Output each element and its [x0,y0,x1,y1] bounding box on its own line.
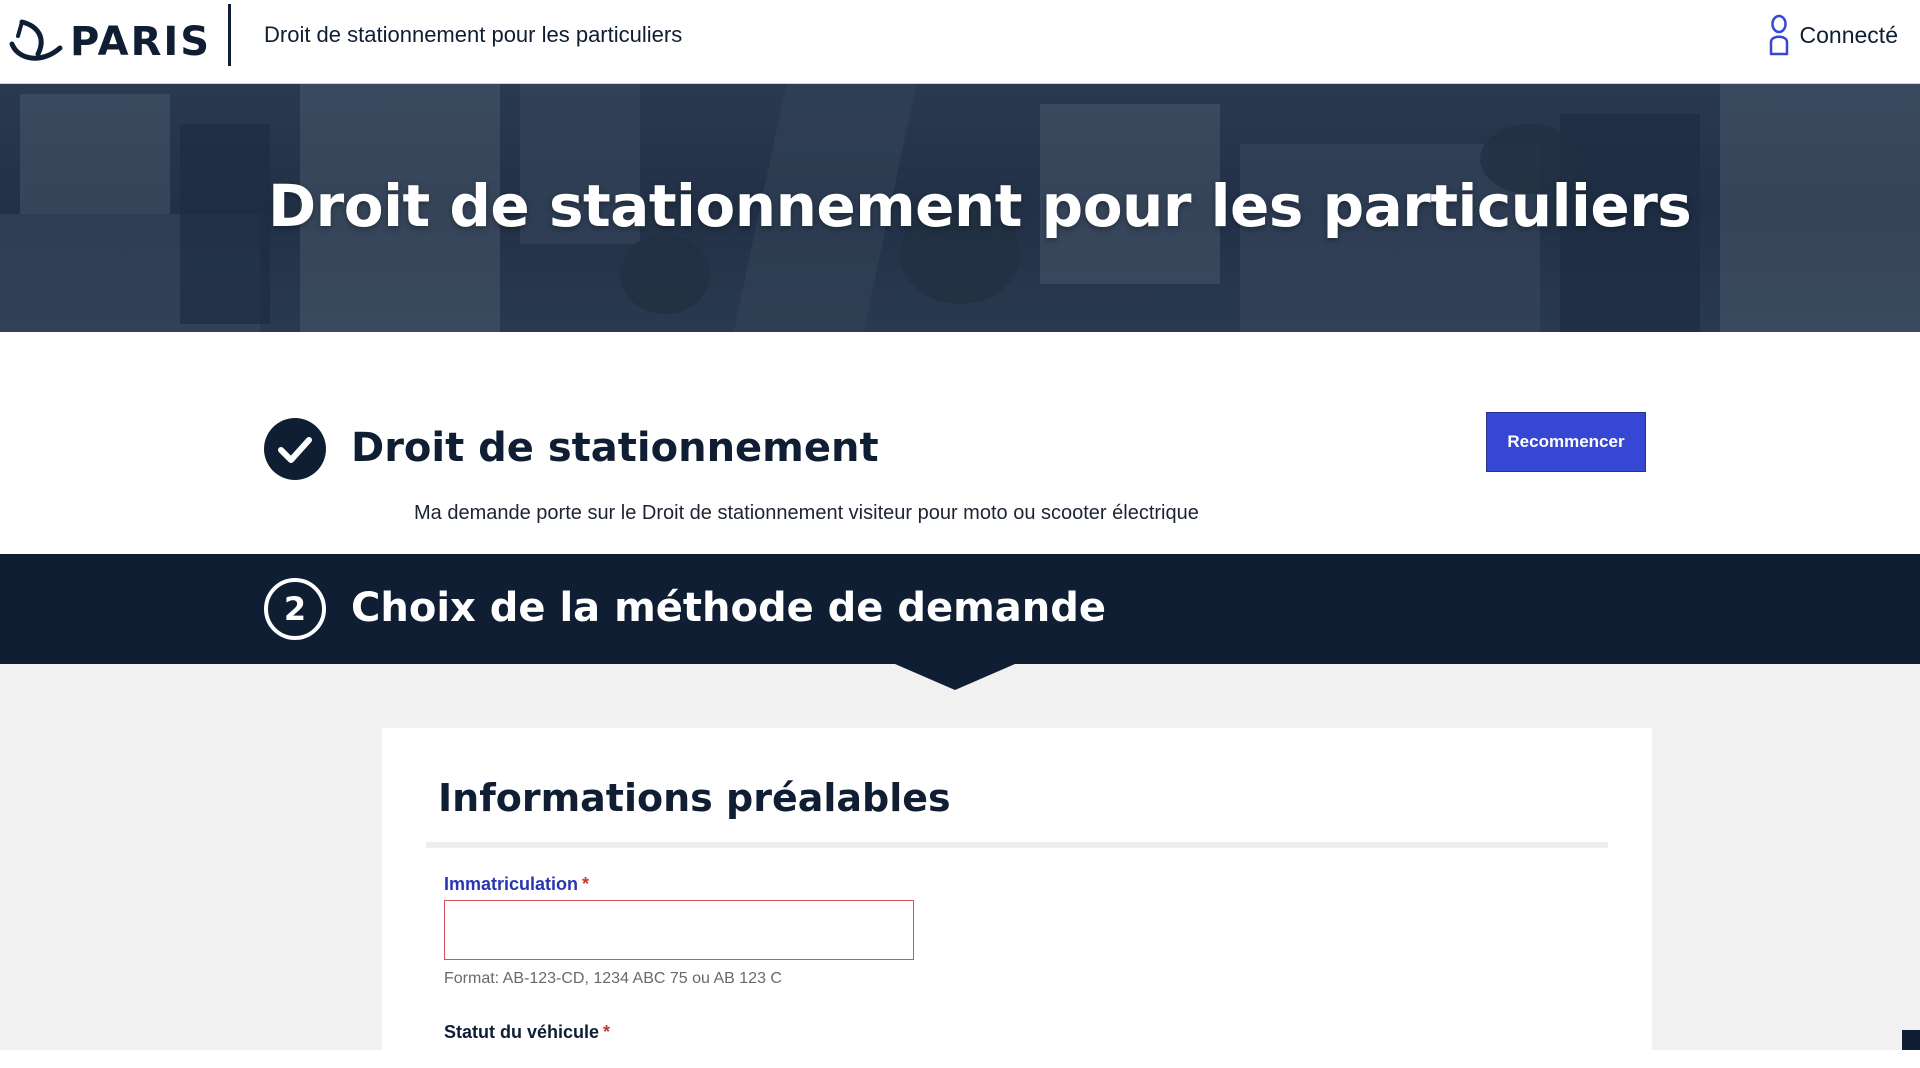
plate-format-hint: Format: AB-123-CD, 1234 ABC 75 ou AB 123… [444,970,782,988]
restart-button[interactable]: Recommencer [1486,412,1646,472]
form-card: Informations préalables Immatriculation*… [382,728,1652,1068]
paris-boat-icon [8,14,66,70]
hero-banner: Droit de stationnement pour les particul… [0,84,1920,332]
site-header: PARIS Droit de stationnement pour les pa… [0,0,1920,84]
step-2-section: 2 Choix de la méthode de demande [0,554,1920,664]
check-circle-icon [264,418,326,480]
plate-field-label: Immatriculation* [444,874,589,895]
header-divider [228,4,231,66]
step-2-pointer-arrow [895,664,1015,690]
user-icon [1768,14,1790,56]
form-title-divider [426,842,1608,848]
required-mark: * [603,1022,610,1042]
plate-input[interactable] [444,900,914,960]
required-mark: * [582,874,589,894]
vehicle-status-label: Statut du véhicule* [444,1022,610,1043]
account-link[interactable]: Connecté [1768,14,1898,56]
step-1-description: Ma demande porte sur le Droit de station… [414,502,1199,525]
account-label: Connecté [1800,22,1898,49]
step-2-number-badge: 2 [264,578,326,640]
vehicle-status-label-text: Statut du véhicule [444,1022,599,1042]
form-title: Informations préalables [438,776,951,820]
hero-title: Droit de stationnement pour les particul… [268,172,1691,240]
logo-text: PARIS [70,19,211,65]
corner-widget-button[interactable] [1902,1030,1920,1050]
step-1-section: Droit de stationnement Recommencer Ma de… [0,332,1920,554]
plate-label-text: Immatriculation [444,874,578,894]
header-title: Droit de stationnement pour les particul… [264,20,682,50]
step-2-title: Choix de la méthode de demande [351,580,1106,636]
paris-logo[interactable]: PARIS [8,12,211,72]
step-1-title: Droit de stationnement [351,420,879,476]
